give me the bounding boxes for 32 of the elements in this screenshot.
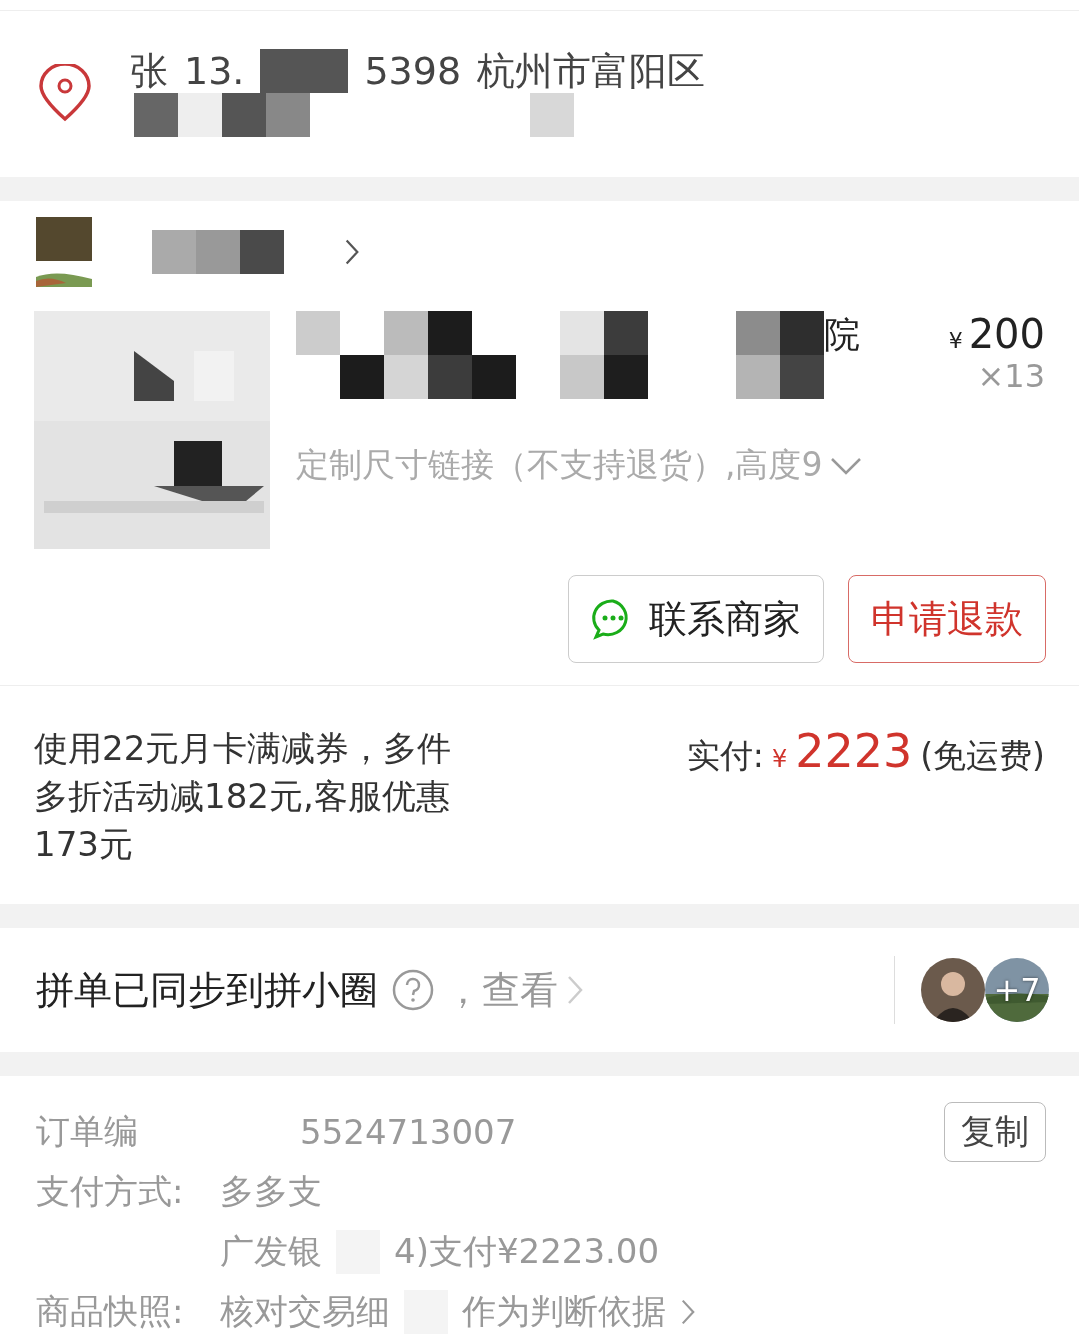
chevron-right-icon [680,1298,696,1326]
order-info-value: 4)支付¥2223.00 [394,1230,660,1273]
refund-button[interactable]: 申请退款 [848,575,1046,663]
discount-note: 使用22元月卡满减券，多件多折活动减182元,客服优惠173元 [34,727,453,866]
currency-symbol: ¥ [771,745,788,773]
chevron-right-icon [344,237,360,267]
shipping-note: (免运费) [920,735,1045,777]
phone-prefix: 13. [184,49,245,93]
recipient-name: 张 [130,49,168,93]
order-info-value: 作为判断依据 [462,1290,666,1333]
product-price: ¥200 [948,311,1045,357]
paid-label: 实付: [686,735,764,777]
order-info-label: 订单编 [36,1110,139,1153]
order-info-value: 核对交易细 [220,1290,390,1333]
order-info-value: 多多支 [220,1170,322,1213]
group-sync-text: 拼单已同步到拼小圈 [36,966,378,1014]
help-icon[interactable] [392,969,434,1011]
order-info-value: 5524713007 [300,1112,517,1152]
chevron-down-icon [828,455,863,476]
product-title: 院 [824,313,860,357]
contact-merchant-button[interactable]: 联系商家 [568,575,824,663]
location-pin-icon [38,64,92,122]
address-region: 杭州市富阳区 [477,49,706,93]
phone-suffix: 5398 [364,49,462,93]
order-info-value: 广发银 [220,1230,322,1273]
paid-amount: 2223 [795,724,913,778]
view-link[interactable]: ，查看 [444,964,558,1016]
pixelated-redaction [530,93,574,137]
copy-button[interactable]: 复制 [944,1102,1046,1162]
product-quantity: ×13 [977,357,1045,395]
order-info-label: 支付方式: [36,1170,185,1213]
order-info-label: 商品快照: [36,1290,185,1333]
